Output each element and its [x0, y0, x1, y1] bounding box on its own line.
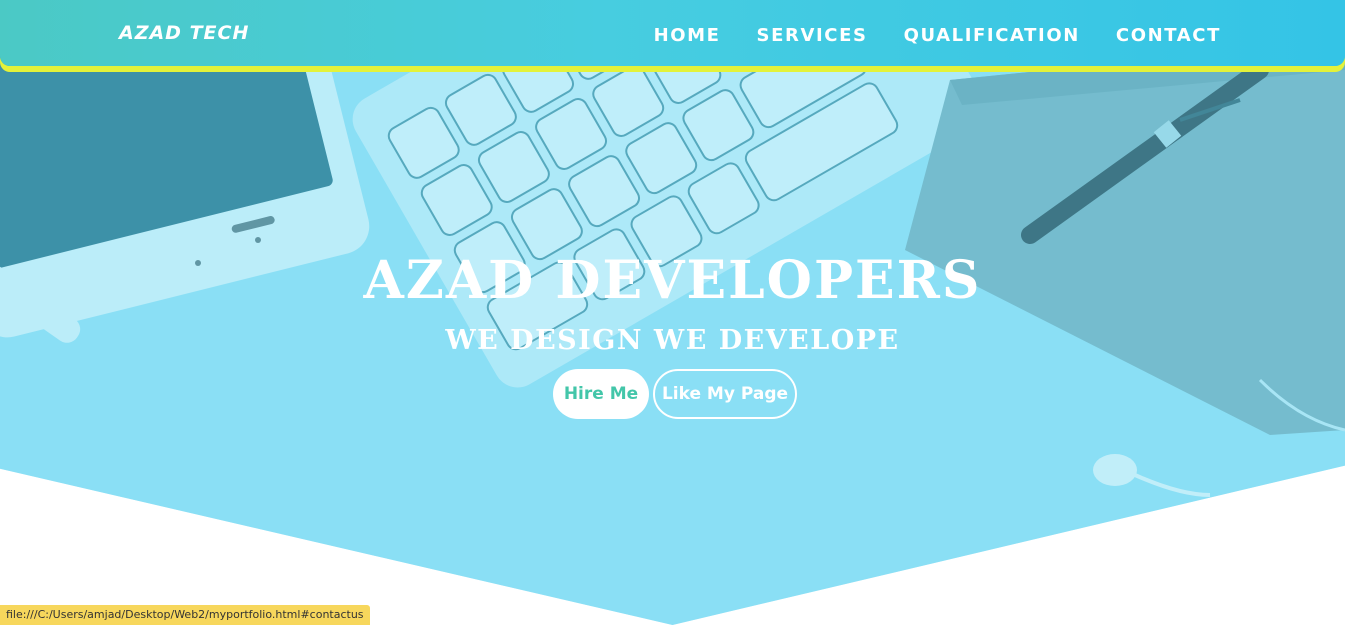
- page: AZAD TECH HOME SERVICES QUALIFICATION CO…: [0, 0, 1345, 625]
- hero-subtitle: WE DESIGN WE DEVELOPE: [445, 325, 900, 356]
- browser-status-bar: file:///C:/Users/amjad/Desktop/Web2/mypo…: [0, 605, 370, 625]
- hero-title: AZAD DEVELOPERS: [363, 250, 982, 311]
- hero-section: [0, 0, 1345, 625]
- nav-link-contact[interactable]: CONTACT: [1116, 25, 1221, 46]
- brand-logo[interactable]: AZAD TECH: [119, 22, 249, 44]
- hero-background-image: [0, 0, 1345, 625]
- nav-link-services[interactable]: SERVICES: [757, 25, 868, 46]
- navbar: AZAD TECH HOME SERVICES QUALIFICATION CO…: [0, 0, 1345, 66]
- nav-link-qualification[interactable]: QUALIFICATION: [904, 25, 1080, 46]
- nav-link-home[interactable]: HOME: [654, 25, 721, 46]
- hire-me-button[interactable]: Hire Me: [553, 369, 649, 419]
- like-my-page-button[interactable]: Like My Page: [653, 369, 797, 419]
- nav-links: HOME SERVICES QUALIFICATION CONTACT: [654, 25, 1221, 46]
